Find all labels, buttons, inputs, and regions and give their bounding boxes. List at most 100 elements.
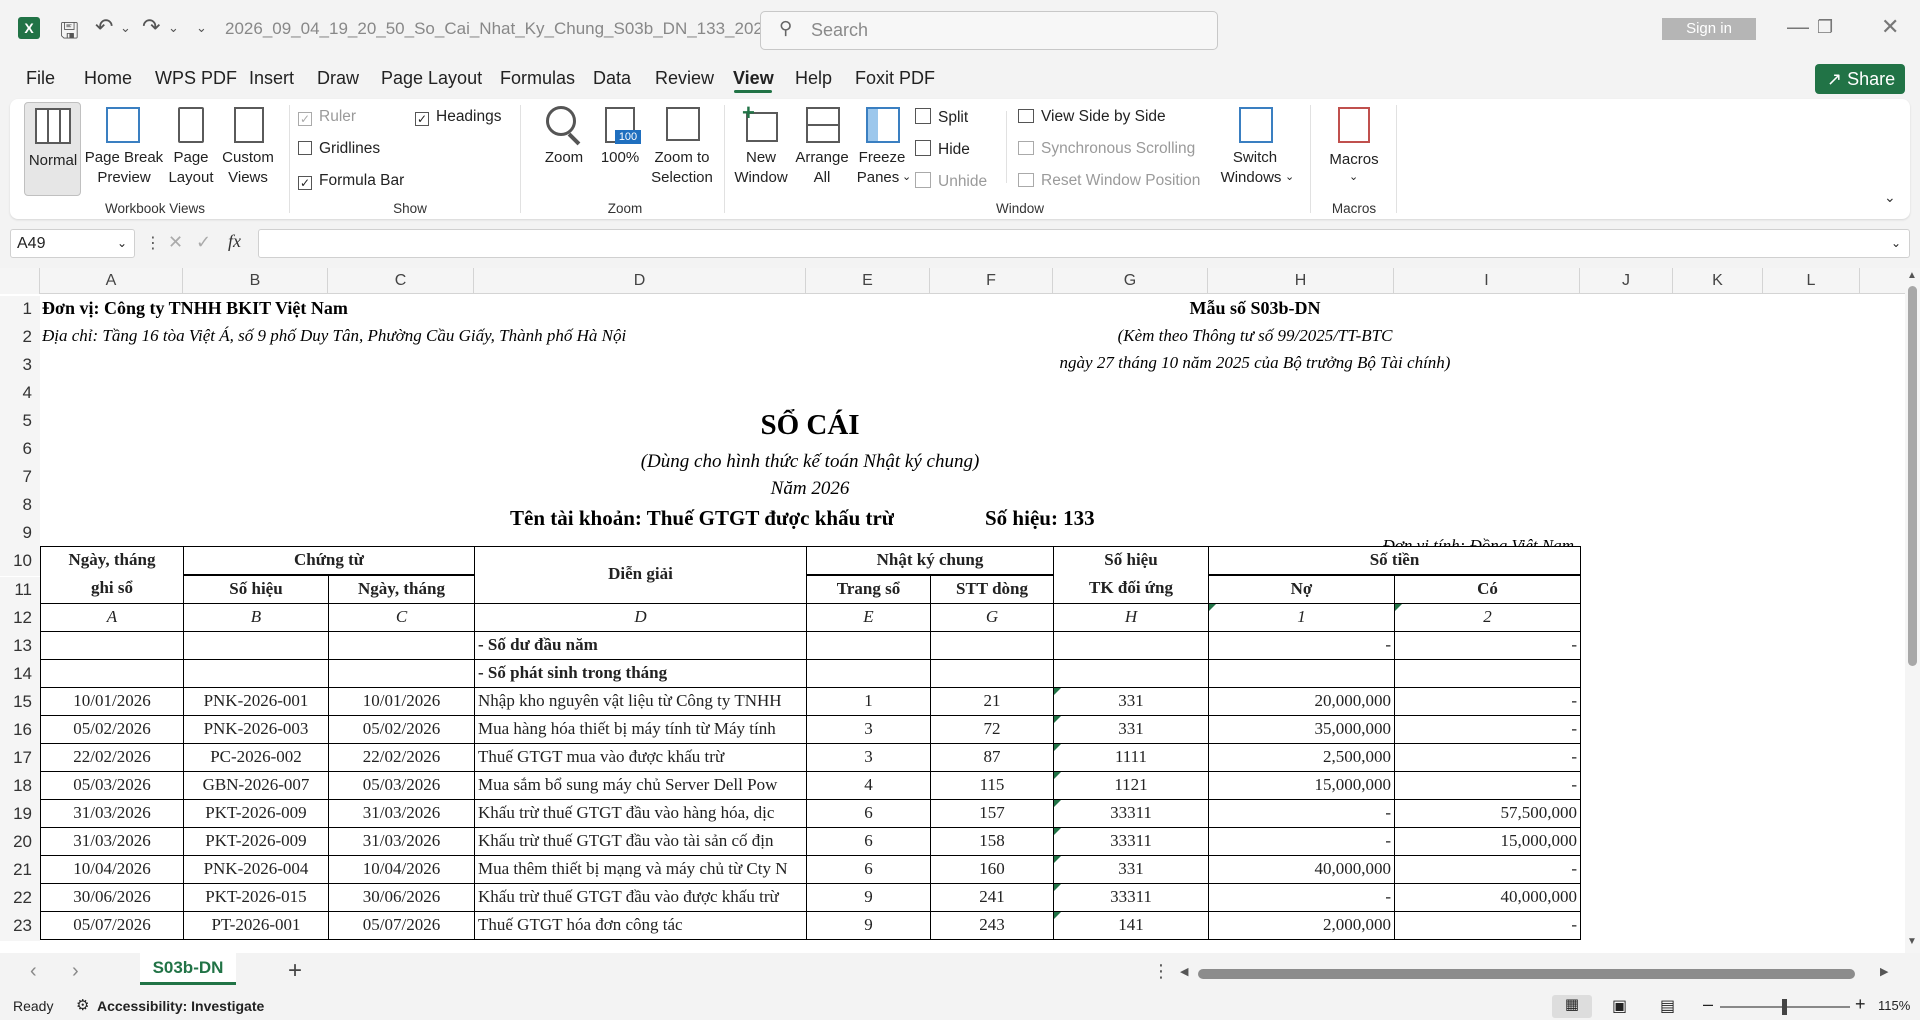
row-header[interactable]: 2 <box>0 324 40 353</box>
insert-function-icon[interactable]: fx <box>228 231 241 252</box>
normal-view-button[interactable]: Normal <box>24 102 81 196</box>
search-input[interactable]: ⚲ Search <box>760 11 1218 50</box>
column-code[interactable]: G <box>930 602 1054 632</box>
row-header[interactable]: 23 <box>0 913 40 942</box>
next-sheet-icon[interactable]: › <box>72 960 79 983</box>
entry-date[interactable]: 05/02/2026 <box>40 714 184 744</box>
opening-credit[interactable]: - <box>1394 630 1581 660</box>
menu-help[interactable]: Help <box>795 68 832 89</box>
entry-voucher-no[interactable]: PT-2026-001 <box>183 911 329 941</box>
entry-date[interactable]: 10/01/2026 <box>40 686 184 716</box>
entry-credit[interactable]: - <box>1394 770 1581 800</box>
empty-cell[interactable] <box>1394 658 1581 688</box>
row-header[interactable]: 5 <box>0 408 40 437</box>
entry-date[interactable]: 31/03/2026 <box>40 826 184 856</box>
entry-credit[interactable]: - <box>1394 742 1581 772</box>
entry-contra-account[interactable]: 33311 <box>1053 826 1209 856</box>
spreadsheet-grid[interactable]: ABCDEFGHIJKL 1 2 3 4 5 6 7 8 9 10 11 12 13 14 15 16 17 18… <box>0 268 1905 953</box>
entry-voucher-no[interactable]: PKT-2026-009 <box>183 826 329 856</box>
page-break-preview-button[interactable]: Page Break Preview <box>84 104 164 196</box>
redo-icon[interactable]: ↷ <box>142 14 160 40</box>
column-code[interactable]: 2 <box>1394 602 1581 632</box>
header-debit[interactable]: Nợ <box>1208 574 1395 604</box>
arrange-all-button[interactable]: Arrange All <box>792 104 852 196</box>
entry-description[interactable]: Thuế GTGT mua vào được khấu trừ <box>474 742 807 772</box>
entry-voucher-date[interactable]: 05/03/2026 <box>328 770 475 800</box>
opening-debit[interactable]: - <box>1208 630 1395 660</box>
entry-page[interactable]: 4 <box>806 770 931 800</box>
entry-page[interactable]: 6 <box>806 855 931 885</box>
header-amount[interactable]: Số tiền <box>1208 546 1581 576</box>
row-header[interactable]: 14 <box>0 660 40 689</box>
minimize-icon[interactable]: — <box>1787 14 1809 40</box>
cancel-icon[interactable]: ✕ <box>168 232 183 253</box>
row-header[interactable]: 18 <box>0 772 40 801</box>
entry-voucher-no[interactable]: PKT-2026-009 <box>183 798 329 828</box>
restore-icon[interactable]: ❐ <box>1817 17 1833 38</box>
menu-file[interactable]: File <box>26 68 55 89</box>
entry-voucher-date[interactable]: 30/06/2026 <box>328 883 475 913</box>
zoom-out-icon[interactable]: – <box>1703 994 1713 1015</box>
formula-bar-checkbox[interactable]: ✓ Formula Bar <box>298 172 404 190</box>
row-header[interactable]: 10 <box>0 548 40 577</box>
column-code[interactable]: D <box>474 602 807 632</box>
macros-button[interactable]: Macros ⌄ <box>1322 104 1386 196</box>
zoom-in-icon[interactable]: + <box>1855 994 1866 1015</box>
entry-debit[interactable]: 15,000,000 <box>1208 770 1395 800</box>
row-header[interactable]: 4 <box>0 380 40 409</box>
entry-debit[interactable]: - <box>1208 883 1395 913</box>
sheet-tab-s03b-dn[interactable]: S03b-DN <box>140 953 236 985</box>
vertical-scroll-thumb[interactable] <box>1908 286 1917 666</box>
entry-voucher-no[interactable]: PNK-2026-004 <box>183 855 329 885</box>
gridlines-checkbox[interactable]: Gridlines <box>298 140 380 158</box>
empty-cell[interactable] <box>806 630 931 660</box>
zoom-slider-thumb[interactable] <box>1782 999 1787 1015</box>
entry-debit[interactable]: 35,000,000 <box>1208 714 1395 744</box>
header-contra-2[interactable]: TK đối ứng <box>1053 574 1209 604</box>
sign-in-button[interactable]: Sign in <box>1662 18 1756 40</box>
entry-voucher-date[interactable]: 31/03/2026 <box>328 826 475 856</box>
share-button[interactable]: ↗ Share ⌄ <box>1815 64 1905 120</box>
normal-view-status-icon[interactable]: ▦ <box>1552 995 1592 1018</box>
column-header[interactable]: K <box>1673 268 1763 294</box>
row-header[interactable]: 20 <box>0 828 40 857</box>
entry-date[interactable]: 30/06/2026 <box>40 883 184 913</box>
entry-line[interactable]: 87 <box>930 742 1054 772</box>
accessibility-status[interactable]: Accessibility: Investigate <box>97 998 264 1014</box>
prev-sheet-icon[interactable]: ‹ <box>30 960 37 983</box>
page-layout-status-icon[interactable]: ▣ <box>1612 996 1627 1016</box>
entry-credit[interactable]: - <box>1394 714 1581 744</box>
zoom-100-button[interactable]: 100 100% <box>595 104 645 196</box>
empty-cell[interactable] <box>1053 630 1209 660</box>
unhide-button[interactable]: Unhide <box>915 172 987 191</box>
entry-contra-account[interactable]: 331 <box>1053 714 1209 744</box>
column-code[interactable]: E <box>806 602 931 632</box>
undo-icon[interactable]: ↶ <box>95 14 113 40</box>
row-header[interactable]: 1 <box>0 296 40 325</box>
entry-debit[interactable]: - <box>1208 798 1395 828</box>
empty-cell[interactable] <box>40 658 184 688</box>
column-code[interactable]: A <box>40 602 184 632</box>
entry-contra-account[interactable]: 331 <box>1053 855 1209 885</box>
entry-description[interactable]: Khấu trừ thuế GTGT đầu vào tài sản cố đị… <box>474 826 807 856</box>
page-break-status-icon[interactable]: ▤ <box>1660 996 1675 1016</box>
empty-cell[interactable] <box>1208 658 1395 688</box>
header-credit[interactable]: Có <box>1394 574 1581 604</box>
header-voucher-no[interactable]: Số hiệu <box>183 574 329 604</box>
empty-cell[interactable] <box>328 630 475 660</box>
entry-description[interactable]: Khấu trừ thuế GTGT đầu vào được khấu trừ <box>474 883 807 913</box>
row-header[interactable]: 3 <box>0 352 40 381</box>
header-journal[interactable]: Nhật ký chung <box>806 546 1054 576</box>
entry-contra-account[interactable]: 1111 <box>1053 742 1209 772</box>
empty-cell[interactable] <box>930 630 1054 660</box>
entry-voucher-date[interactable]: 31/03/2026 <box>328 798 475 828</box>
column-header[interactable]: B <box>183 268 328 294</box>
menu-foxit-pdf[interactable]: Foxit PDF <box>855 68 935 89</box>
entry-description[interactable]: Nhập kho nguyên vật liệu từ Công ty TNHH <box>474 686 807 716</box>
split-button[interactable]: Split <box>915 108 968 127</box>
column-code[interactable]: 1 <box>1208 602 1395 632</box>
entry-date[interactable]: 05/03/2026 <box>40 770 184 800</box>
entry-line[interactable]: 115 <box>930 770 1054 800</box>
entry-voucher-date[interactable]: 05/02/2026 <box>328 714 475 744</box>
menu-page-layout[interactable]: Page Layout <box>381 68 482 89</box>
